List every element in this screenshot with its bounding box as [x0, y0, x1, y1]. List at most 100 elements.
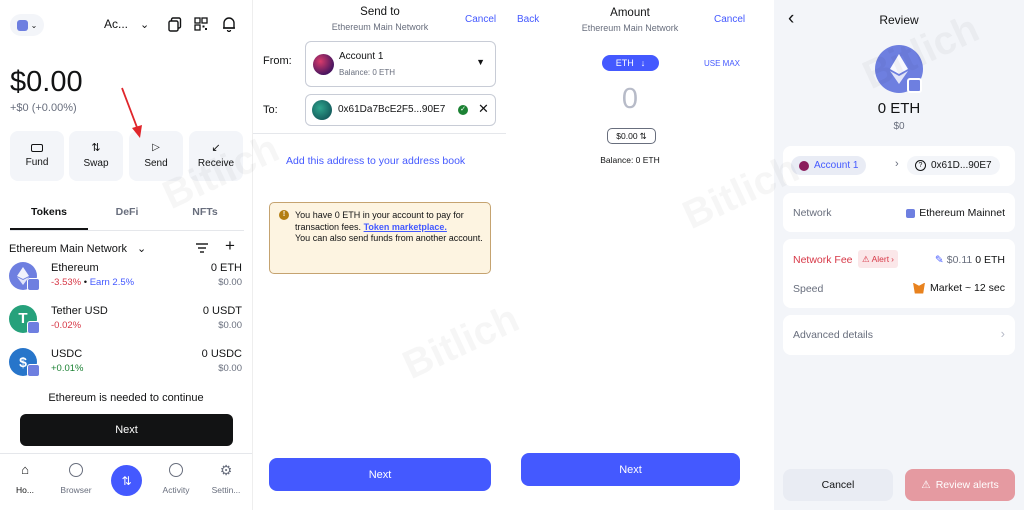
review-alerts-button[interactable]: ⚠ Review alerts: [905, 469, 1015, 501]
amount-input[interactable]: 0: [506, 83, 754, 116]
cancel-button[interactable]: Cancel: [714, 14, 745, 25]
send-arrow-icon: ▷: [152, 142, 160, 153]
cancel-button[interactable]: Cancel: [465, 14, 496, 25]
question-icon: ?: [915, 160, 926, 171]
sort-icon[interactable]: [196, 243, 208, 253]
add-to-address-book-link[interactable]: Add this address to your address book: [286, 155, 465, 167]
eth-needed-notice: Ethereum is needed to continue: [48, 392, 204, 404]
list-item[interactable]: $ USDC +0.01% 0 USDC $0.00: [9, 346, 245, 380]
receive-arrow-icon: ↙: [211, 142, 221, 154]
qr-code-icon[interactable]: [194, 17, 208, 31]
gear-icon: ⚙: [219, 462, 233, 478]
chevron-right-icon: ›: [891, 254, 894, 264]
review-amount: 0 ETH: [877, 100, 921, 117]
swap-arrows-icon: ⇅: [121, 473, 132, 488]
from-account-selector[interactable]: Account 1 Balance: 0 ETH ▼: [305, 41, 496, 87]
fee-value[interactable]: ✎ $0.11 0 ETH: [935, 254, 1005, 266]
network-eth-icon: [906, 208, 916, 218]
speed-label: Speed: [793, 283, 824, 295]
insufficient-funds-alert: ! You have 0 ETH in your account to pay …: [269, 202, 491, 274]
next-button[interactable]: Next: [269, 458, 491, 491]
tab-nfts[interactable]: NFTs: [166, 206, 244, 218]
send-to-panel: Send to Ethereum Main Network Cancel Fro…: [252, 0, 506, 510]
verified-check-icon: ✓: [458, 105, 468, 115]
nav-browser[interactable]: Browser: [51, 462, 101, 495]
list-item[interactable]: T Tether USD -0.02% 0 USDT $0.00: [9, 303, 245, 337]
asset-selector[interactable]: ETH ↓: [602, 55, 659, 71]
network-card: Network Ethereum Mainnet: [783, 193, 1015, 232]
swap-arrows-icon: ⇅: [639, 130, 647, 141]
network-label: Network: [793, 207, 832, 219]
list-item[interactable]: Ethereum -3.53% • Earn 2.5% 0 ETH $0.00: [9, 260, 245, 294]
account-avatar: [313, 54, 334, 75]
to-label: To:: [263, 104, 278, 116]
network-fee-label: Network Fee: [793, 254, 853, 266]
fiat-toggle[interactable]: $0.00 ⇅: [607, 128, 656, 144]
tab-divider: [10, 230, 244, 231]
warning-icon: !: [279, 210, 289, 220]
bell-icon[interactable]: [222, 16, 236, 32]
next-label: Next: [115, 424, 138, 436]
network-filter[interactable]: Ethereum Main Network ⌄: [9, 242, 146, 256]
nav-settings[interactable]: ⚙ Settin...: [201, 462, 251, 495]
compass-icon: [69, 463, 83, 477]
fee-alert-badge[interactable]: ⚠ Alert ›: [858, 250, 898, 268]
chevron-right-icon: ›: [895, 158, 899, 170]
token-name: Tether USD: [51, 305, 108, 317]
review-panel: ‹ Review 0 ETH $0 Account 1 › ? 0x61D...…: [774, 0, 1024, 510]
token-name: USDC: [51, 348, 83, 360]
warning-triangle-icon: ⚠: [921, 479, 931, 491]
advanced-details-label: Advanced details: [793, 329, 873, 341]
swap-button[interactable]: ⇅ Swap: [69, 131, 123, 181]
token-marketplace-link[interactable]: Token marketplace.: [364, 222, 447, 232]
bottom-nav-divider: [0, 453, 252, 454]
swap-label: Swap: [83, 158, 109, 169]
nav-home[interactable]: ⌂ Ho...: [0, 462, 50, 495]
account-picker[interactable]: Ac... ⌄: [104, 17, 149, 31]
network-value: Ethereum Mainnet: [906, 207, 1005, 219]
chevron-right-icon: ›: [1000, 326, 1005, 341]
recipient-avatar: [312, 100, 332, 120]
next-button[interactable]: Next: [20, 414, 233, 446]
network-eth-icon: [16, 19, 28, 31]
cancel-button[interactable]: Cancel: [783, 469, 893, 501]
clear-address-icon[interactable]: ✕: [478, 101, 489, 117]
fund-button[interactable]: Fund: [10, 131, 64, 181]
token-fiat: $0.00: [218, 277, 242, 288]
token-amount: 0 USDT: [202, 305, 242, 317]
swap-bridge-button[interactable]: ⇅: [111, 465, 142, 496]
account-name: Ac...: [104, 17, 129, 31]
token-fiat: $0.00: [218, 363, 242, 374]
tab-defi[interactable]: DeFi: [88, 206, 166, 218]
from-label: From:: [263, 55, 292, 67]
amount-panel: Back Amount Ethereum Main Network Cancel…: [506, 0, 774, 510]
from-to-card: Account 1 › ? 0x61D...90E7: [783, 146, 1015, 186]
balance-change: +$0 (+0.00%): [10, 102, 77, 114]
use-max-button[interactable]: USE MAX: [704, 59, 740, 68]
review-alerts-label: Review alerts: [935, 479, 999, 491]
review-fiat: $0: [893, 121, 905, 132]
receive-button[interactable]: ↙ Receive: [189, 131, 243, 181]
home-icon: ⌂: [21, 462, 29, 477]
next-button[interactable]: Next: [521, 453, 740, 486]
receive-label: Receive: [197, 158, 235, 169]
page-title: Review: [879, 13, 919, 27]
cash-icon: [31, 144, 43, 152]
network-badge-icon: [907, 78, 922, 93]
chevron-down-icon: ⌄: [140, 18, 150, 31]
add-token-icon[interactable]: +: [225, 236, 235, 256]
chevron-down-icon: ⌄: [30, 20, 38, 30]
cancel-label: Cancel: [821, 479, 855, 491]
nav-activity[interactable]: Activity: [151, 462, 201, 495]
network-selector[interactable]: ⌄: [10, 14, 44, 36]
from-account-pill[interactable]: Account 1: [791, 156, 867, 175]
tab-tokens[interactable]: Tokens: [10, 206, 88, 218]
advanced-details-row[interactable]: Advanced details ›: [783, 315, 1015, 355]
to-address-pill[interactable]: ? 0x61D...90E7: [907, 156, 1000, 175]
swap-arrows-icon: ⇅: [91, 142, 101, 154]
copy-icon[interactable]: [168, 17, 182, 32]
network-badge-icon: [27, 321, 40, 334]
network-badge-icon: [27, 364, 40, 377]
to-address-text: 0x61Da7BcE2F5...90E7: [338, 104, 446, 115]
to-address-field[interactable]: 0x61Da7BcE2F5...90E7 ✓ ✕: [305, 94, 496, 126]
